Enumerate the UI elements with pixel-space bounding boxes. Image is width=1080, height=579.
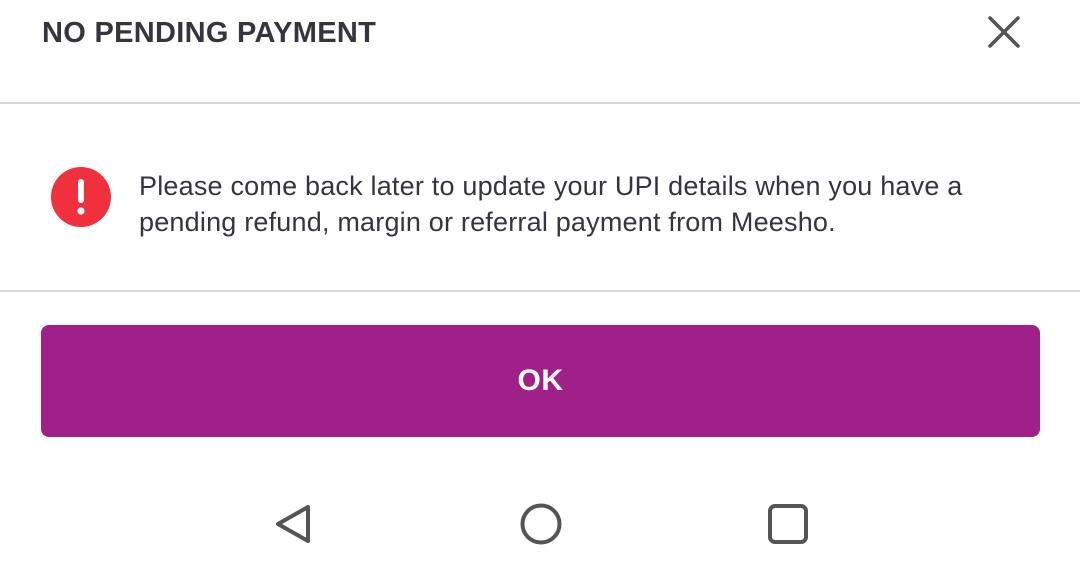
message-row: Please come back later to update your UP… <box>0 104 1080 290</box>
exclamation-circle-icon <box>51 167 111 227</box>
message-text: Please come back later to update your UP… <box>139 171 963 237</box>
home-circle-icon <box>520 503 562 545</box>
system-navigation-bar <box>0 470 1080 579</box>
message-divider <box>0 290 1080 292</box>
pending-payment-dialog: NO PENDING PAYMENT Please come back late… <box>0 0 1080 579</box>
close-icon <box>988 16 1020 48</box>
back-triangle-icon <box>276 505 310 543</box>
close-button[interactable] <box>980 8 1028 56</box>
ok-button[interactable]: OK <box>41 325 1040 437</box>
recents-button[interactable] <box>763 499 813 549</box>
recents-square-icon <box>768 504 808 544</box>
back-button[interactable] <box>268 499 318 549</box>
dialog-title: NO PENDING PAYMENT <box>42 17 377 49</box>
dialog-header: NO PENDING PAYMENT <box>0 0 1080 103</box>
home-button[interactable] <box>516 499 566 549</box>
